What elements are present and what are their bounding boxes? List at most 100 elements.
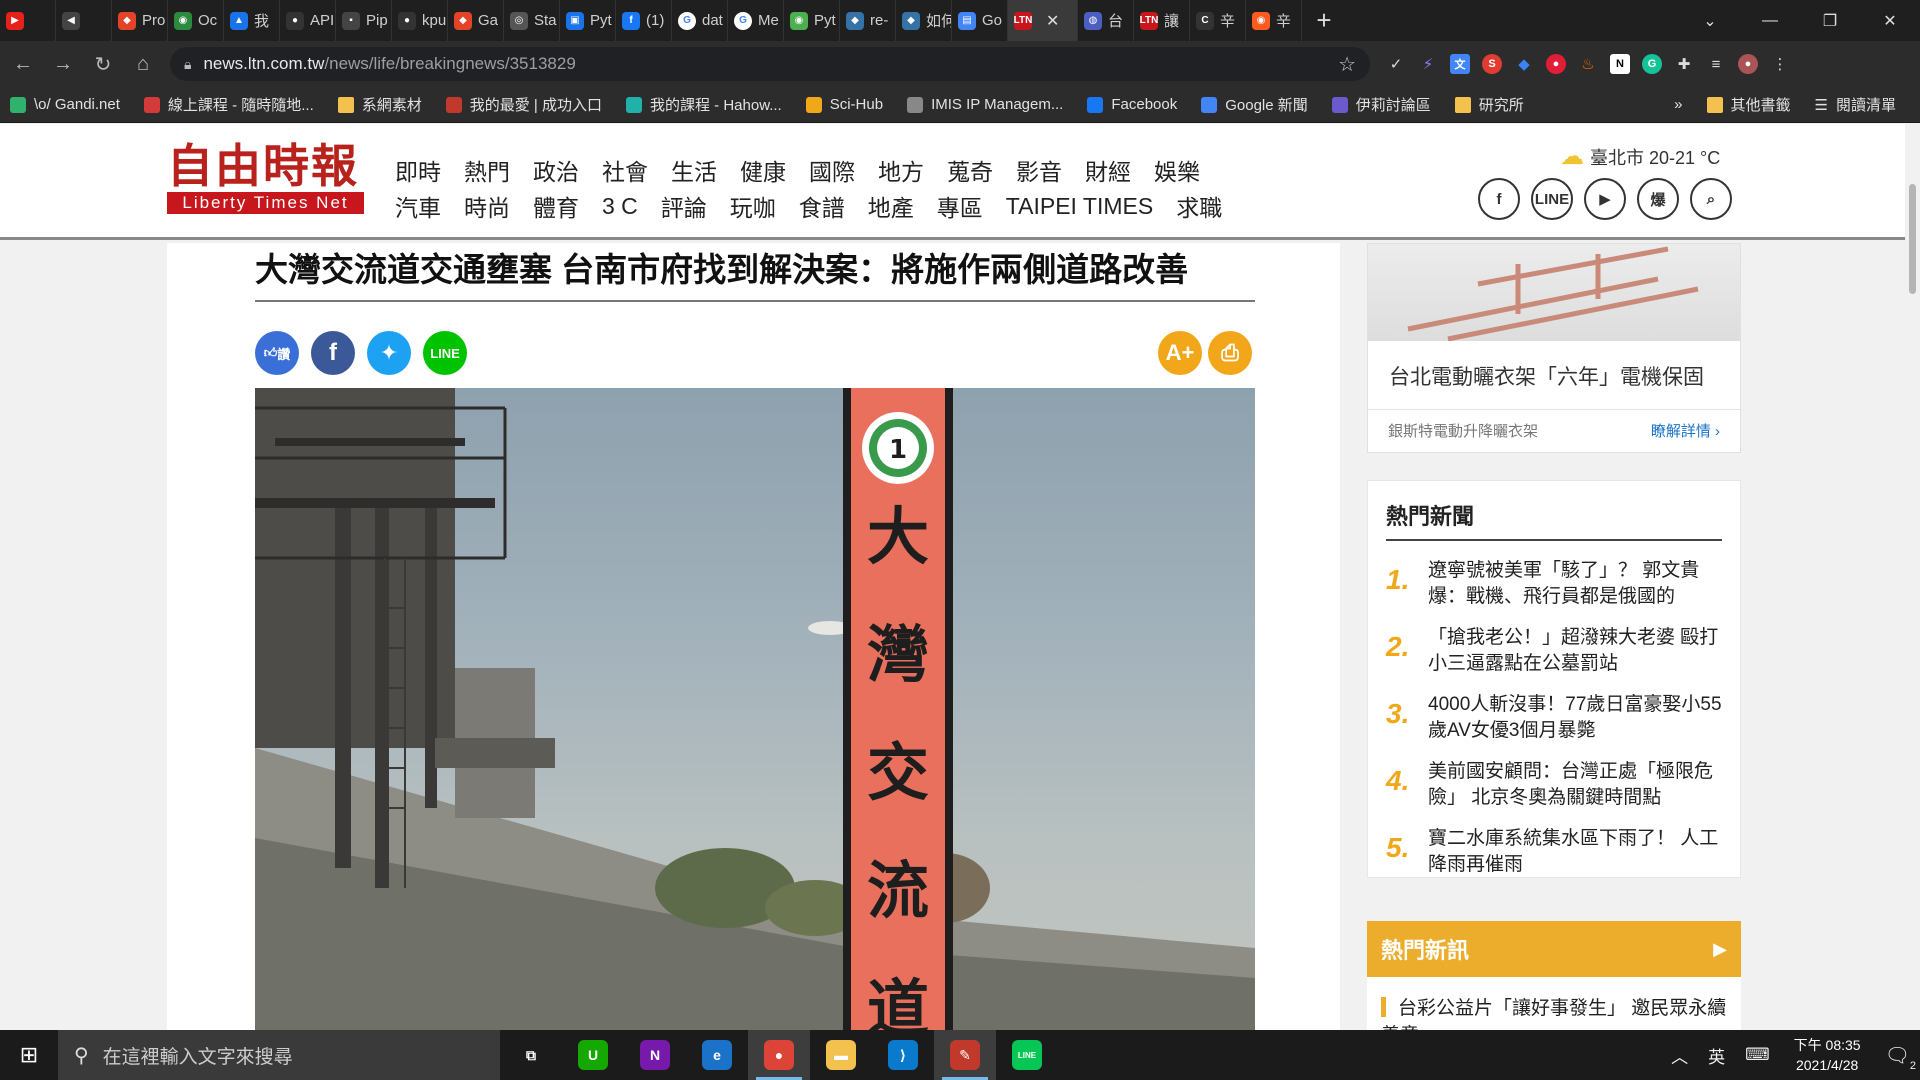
bookmark-item[interactable]: Sci-Hub bbox=[805, 94, 883, 115]
nav-item[interactable]: 食譜 bbox=[799, 189, 845, 223]
nav-item[interactable]: 蒐奇 bbox=[947, 153, 993, 187]
weather-widget[interactable]: ☁︎ 臺北市 20-21 °C bbox=[1560, 142, 1720, 171]
onenote-taskbar-icon[interactable]: N bbox=[624, 1030, 686, 1080]
menu-kebab-icon[interactable]: ⋮ bbox=[1764, 48, 1796, 80]
tab-close-icon[interactable]: ✕ bbox=[1046, 11, 1059, 31]
nav-item[interactable]: 生活 bbox=[671, 153, 717, 187]
edge-dev-taskbar-icon[interactable]: e bbox=[686, 1030, 748, 1080]
notification-center-icon[interactable]: 🗨︎ 2 bbox=[1885, 1043, 1916, 1072]
bookmarks-overflow-icon[interactable]: » bbox=[1674, 96, 1682, 113]
browser-tab[interactable]: ▲ 我 bbox=[224, 0, 280, 41]
nav-item[interactable]: 求職 bbox=[1176, 189, 1222, 223]
browser-tab[interactable]: ◆ re- bbox=[840, 0, 896, 41]
close-window-icon[interactable]: ✕ bbox=[1860, 0, 1920, 41]
translate-extension-icon[interactable]: 文 bbox=[1444, 48, 1476, 80]
nav-item[interactable]: 財經 bbox=[1085, 153, 1131, 187]
forward-icon[interactable]: → bbox=[46, 47, 80, 81]
hot-news-item[interactable]: 2. 「搶我老公！」超潑辣大老婆 毆打小三逼露點在公墓罰站 bbox=[1386, 625, 1722, 675]
explode-icon[interactable]: 爆 bbox=[1637, 178, 1679, 220]
nav-item[interactable]: 國際 bbox=[809, 153, 855, 187]
address-bar[interactable]: 🔒︎ news.ltn.com.tw/news/life/breakingnew… bbox=[170, 47, 1370, 81]
hot-news-item[interactable]: 1. 遼寧號被美軍「駭了」？ 郭文貴爆：戰機、飛行員都是俄國的 bbox=[1386, 558, 1722, 608]
facebook-share-icon[interactable]: f bbox=[311, 331, 355, 375]
browser-tab[interactable]: Gdat bbox=[672, 0, 728, 41]
notion-extension-icon[interactable]: N bbox=[1604, 48, 1636, 80]
sidebar-ad[interactable]: 台北電動曬衣架「六年」電機保固 銀斯特電動升降曬衣架 瞭解詳情 › bbox=[1367, 243, 1741, 453]
ime-indicator[interactable]: 英 bbox=[1708, 1043, 1725, 1068]
bookmark-item[interactable]: 我的課程 - Hahow... bbox=[626, 94, 782, 115]
media-control-icon[interactable]: ≡ bbox=[1700, 48, 1732, 80]
facebook-icon[interactable]: f bbox=[1478, 178, 1520, 220]
nav-item[interactable]: 健康 bbox=[740, 153, 786, 187]
other-bookmarks-folder[interactable]: 其他書籤 bbox=[1706, 94, 1791, 115]
vscode-taskbar-icon[interactable]: ⟩ bbox=[872, 1030, 934, 1080]
lock-icon[interactable]: 🔒︎ bbox=[184, 56, 191, 73]
bookmark-item[interactable]: Facebook bbox=[1087, 94, 1177, 115]
flame-extension-icon[interactable]: ♨ bbox=[1572, 48, 1604, 80]
bookmark-star-icon[interactable]: ☆ bbox=[1338, 52, 1356, 77]
browser-tab[interactable]: ◀ bbox=[56, 0, 112, 41]
record-extension-icon[interactable]: ● bbox=[1540, 48, 1572, 80]
windows-start-icon[interactable]: ⊞ bbox=[0, 1030, 58, 1080]
nav-item[interactable]: 娛樂 bbox=[1154, 153, 1200, 187]
browser-tab[interactable]: ● API bbox=[280, 0, 336, 41]
youtube-icon[interactable]: ▶ bbox=[1584, 178, 1626, 220]
bookmark-item[interactable]: Google 新聞 bbox=[1201, 94, 1308, 115]
file-explorer-taskbar-icon[interactable]: ▬ bbox=[810, 1030, 872, 1080]
print-icon[interactable]: ⎙ bbox=[1208, 331, 1252, 375]
new-tab-icon[interactable]: + bbox=[1302, 0, 1346, 41]
site-logo[interactable]: 自由時報 Liberty Times Net bbox=[167, 140, 364, 220]
taskbar-clock[interactable]: 下午 08:35 2021/4/28 bbox=[1794, 1035, 1861, 1075]
nav-item[interactable]: 社會 bbox=[602, 153, 648, 187]
restore-icon[interactable]: ❐ bbox=[1800, 0, 1860, 41]
page-scrollbar[interactable] bbox=[1905, 124, 1920, 1030]
diamond-extension-icon[interactable]: ◆ bbox=[1508, 48, 1540, 80]
hot-news-item[interactable]: 4. 美前國安顧問：台灣正處「極限危險」 北京冬奧為關鍵時間點 bbox=[1386, 759, 1722, 809]
minimize-icon[interactable]: — bbox=[1740, 0, 1800, 41]
tab-search-icon[interactable]: ⌄ bbox=[1680, 0, 1740, 41]
browser-tab[interactable]: ◆ Pro bbox=[112, 0, 168, 41]
chrome-taskbar-icon[interactable]: ● bbox=[748, 1030, 810, 1080]
nav-item[interactable]: 3 C bbox=[602, 193, 638, 220]
taskbar-search[interactable]: ⚲ 在這裡輸入文字來搜尋 bbox=[58, 1030, 500, 1080]
nav-item[interactable]: TAIPEI TIMES bbox=[1006, 193, 1153, 220]
browser-tab[interactable]: ◉ Pyt bbox=[784, 0, 840, 41]
hot-news-item[interactable]: 3. 4000人斬沒事！77歲日富豪娶小55歲AV女優3個月暴斃 bbox=[1386, 692, 1722, 742]
upwork-taskbar-icon[interactable]: U bbox=[562, 1030, 624, 1080]
nav-item[interactable]: 即時 bbox=[395, 153, 441, 187]
nav-item[interactable]: 政治 bbox=[533, 153, 579, 187]
back-icon[interactable]: ← bbox=[6, 47, 40, 81]
browser-tab[interactable]: C辛 bbox=[1190, 0, 1246, 41]
bookmark-item[interactable]: \o/ Gandi.net bbox=[10, 94, 120, 115]
browser-tab[interactable]: ◉ Oc bbox=[168, 0, 224, 41]
nav-item[interactable]: 時尚 bbox=[464, 189, 510, 223]
bookmark-item[interactable]: 我的最愛 | 成功入口 bbox=[445, 94, 602, 115]
grammarly-extension-icon[interactable]: G bbox=[1636, 48, 1668, 80]
nav-item[interactable]: 地方 bbox=[878, 153, 924, 187]
reload-icon[interactable]: ↻ bbox=[86, 47, 120, 81]
ad-more-link[interactable]: 瞭解詳情 › bbox=[1651, 420, 1720, 441]
bookmark-item[interactable]: 伊莉討論區 bbox=[1331, 94, 1431, 115]
scrollbar-thumb[interactable] bbox=[1909, 184, 1916, 294]
tray-chevron-icon[interactable]: ︿ bbox=[1671, 1043, 1688, 1068]
reading-list-button[interactable]: ☰ 閱讀清單 bbox=[1815, 94, 1896, 115]
notepad-taskbar-icon[interactable]: ✎ bbox=[934, 1030, 996, 1080]
browser-tab[interactable]: ▣ Pyt bbox=[560, 0, 616, 41]
line-share-button[interactable]: LINE bbox=[423, 331, 467, 375]
browser-tab[interactable]: G Me bbox=[728, 0, 784, 41]
browser-tab[interactable]: ◎ Sta bbox=[504, 0, 560, 41]
browser-tab[interactable]: LTN 讓 bbox=[1134, 0, 1190, 41]
font-size-button[interactable]: A+ bbox=[1158, 331, 1202, 375]
puzzle-extensions-icon[interactable]: ✚ bbox=[1668, 48, 1700, 80]
bookmark-item[interactable]: 系網素材 bbox=[337, 94, 422, 115]
nav-item[interactable]: 體育 bbox=[533, 189, 579, 223]
bookmark-item[interactable]: 線上課程 - 隨時隨地... bbox=[143, 94, 314, 115]
line-taskbar-icon[interactable]: LINE bbox=[996, 1030, 1058, 1080]
nav-item[interactable]: 評論 bbox=[661, 189, 707, 223]
browser-tab[interactable]: ▤ Go bbox=[952, 0, 1008, 41]
nav-item[interactable]: 影音 bbox=[1016, 153, 1062, 187]
play-arrow-icon[interactable]: ▶ bbox=[1713, 939, 1727, 960]
task-view-taskbar-icon[interactable]: ⧉ bbox=[500, 1030, 562, 1080]
browser-tab[interactable]: ● kpu bbox=[392, 0, 448, 41]
browser-tab[interactable]: ▶ bbox=[0, 0, 56, 41]
